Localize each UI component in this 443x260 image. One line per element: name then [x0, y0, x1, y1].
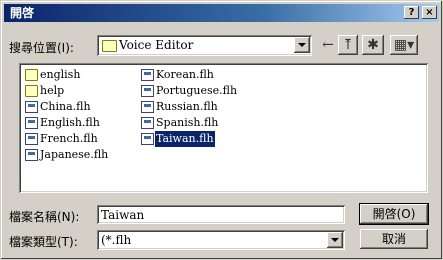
back-icon[interactable]: ← — [320, 35, 336, 55]
file-icon — [141, 69, 154, 81]
file-icon — [141, 101, 154, 113]
title-bar: 開啓 ? × — [4, 4, 439, 22]
cancel-button[interactable]: 取消 — [360, 229, 428, 249]
open-button[interactable]: 開啓(O) — [359, 203, 429, 225]
file-name: Spanish.flh — [156, 116, 219, 129]
filename-value: Taiwan — [101, 208, 145, 222]
folder-icon — [102, 40, 117, 52]
file-name: China.flh — [40, 100, 91, 113]
folder-icon — [25, 69, 38, 81]
file-name: Portuguese.flh — [156, 84, 238, 97]
filename-input[interactable]: Taiwan — [97, 205, 345, 224]
lookin-combo[interactable]: Voice Editor — [97, 35, 312, 56]
chevron-down-icon[interactable] — [294, 37, 310, 53]
filetype-combo[interactable]: (*.flh — [97, 230, 345, 250]
filename-label: 檔案名稱(N): — [9, 210, 80, 224]
file-icon — [25, 133, 38, 145]
file-icon — [25, 101, 38, 113]
close-button[interactable]: × — [422, 6, 437, 19]
open-dialog: 開啓 ? × 搜尋位置(I): Voice Editor ← ⤒ ✱ ▦▾ en… — [0, 0, 443, 260]
file-icon — [25, 117, 38, 129]
new-folder-icon[interactable]: ✱ — [362, 35, 384, 55]
file-icon — [141, 117, 154, 129]
file-name: english — [40, 68, 81, 81]
help-button[interactable]: ? — [404, 6, 419, 19]
folder-icon — [25, 85, 38, 97]
file-name: help — [40, 84, 65, 97]
lookin-value: Voice Editor — [119, 38, 194, 52]
up-folder-icon[interactable]: ⤒ — [338, 35, 358, 55]
file-icon — [25, 149, 38, 161]
view-menu-icon[interactable]: ▦▾ — [390, 35, 418, 55]
file-name: English.flh — [40, 116, 100, 129]
file-name: French.flh — [40, 132, 98, 145]
file-name: Russian.flh — [156, 100, 218, 113]
file-list[interactable]: english help China.flh English.flh Frenc… — [19, 63, 428, 193]
dialog-title: 開啓 — [10, 6, 35, 20]
file-icon — [141, 85, 154, 97]
filetype-value: (*.flh — [101, 233, 132, 247]
filetype-label: 檔案類型(T): — [9, 235, 78, 249]
file-icon — [141, 133, 154, 145]
file-name: Japanese.flh — [40, 148, 109, 161]
chevron-down-icon[interactable] — [327, 232, 343, 248]
lookin-label: 搜尋位置(I): — [9, 41, 74, 55]
file-name: Korean.flh — [156, 68, 214, 81]
file-name: Taiwan.flh — [155, 131, 215, 147]
